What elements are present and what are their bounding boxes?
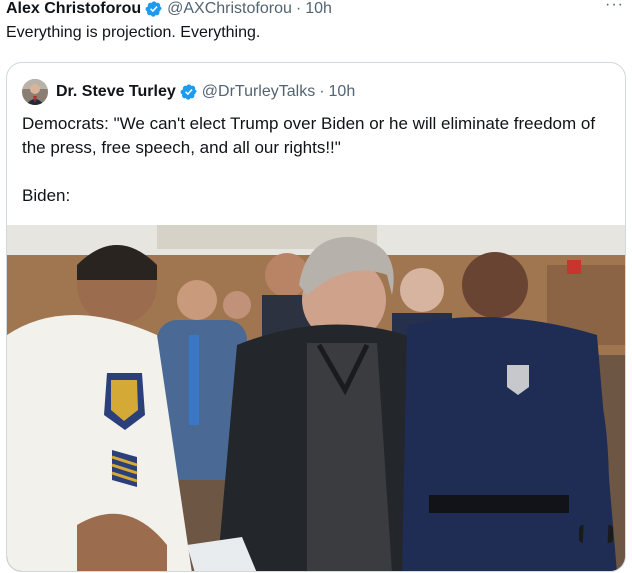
quoted-tweet-photo[interactable] (7, 225, 625, 571)
quoted-tweet-text: Democrats: "We can't elect Trump over Bi… (22, 114, 596, 205)
quoted-tweet-header: Dr. Steve Turley @DrTurleyTalks · 10h (22, 77, 355, 107)
quoted-timestamp[interactable]: 10h (329, 83, 356, 101)
verified-badge-icon (180, 84, 197, 100)
timestamp[interactable]: 10h (305, 0, 332, 18)
quoted-author-handle[interactable]: @DrTurleyTalks (202, 83, 315, 101)
verified-badge-icon (145, 1, 162, 17)
separator-dot: · (295, 0, 302, 17)
author-name[interactable]: Alex Christoforou (6, 0, 141, 18)
avatar[interactable] (22, 79, 48, 105)
author-handle[interactable]: @AXChristoforou (167, 0, 292, 18)
tweet-header: Alex Christoforou @AXChristoforou · 10h (6, 0, 332, 20)
quoted-tweet-card[interactable]: Dr. Steve Turley @DrTurleyTalks · 10h De… (6, 62, 626, 572)
separator-dot: · (319, 83, 325, 100)
tweet-text: Everything is projection. Everything. (6, 24, 261, 41)
more-options-icon[interactable]: ··· (605, 0, 624, 14)
quoted-author-name[interactable]: Dr. Steve Turley (56, 83, 176, 101)
